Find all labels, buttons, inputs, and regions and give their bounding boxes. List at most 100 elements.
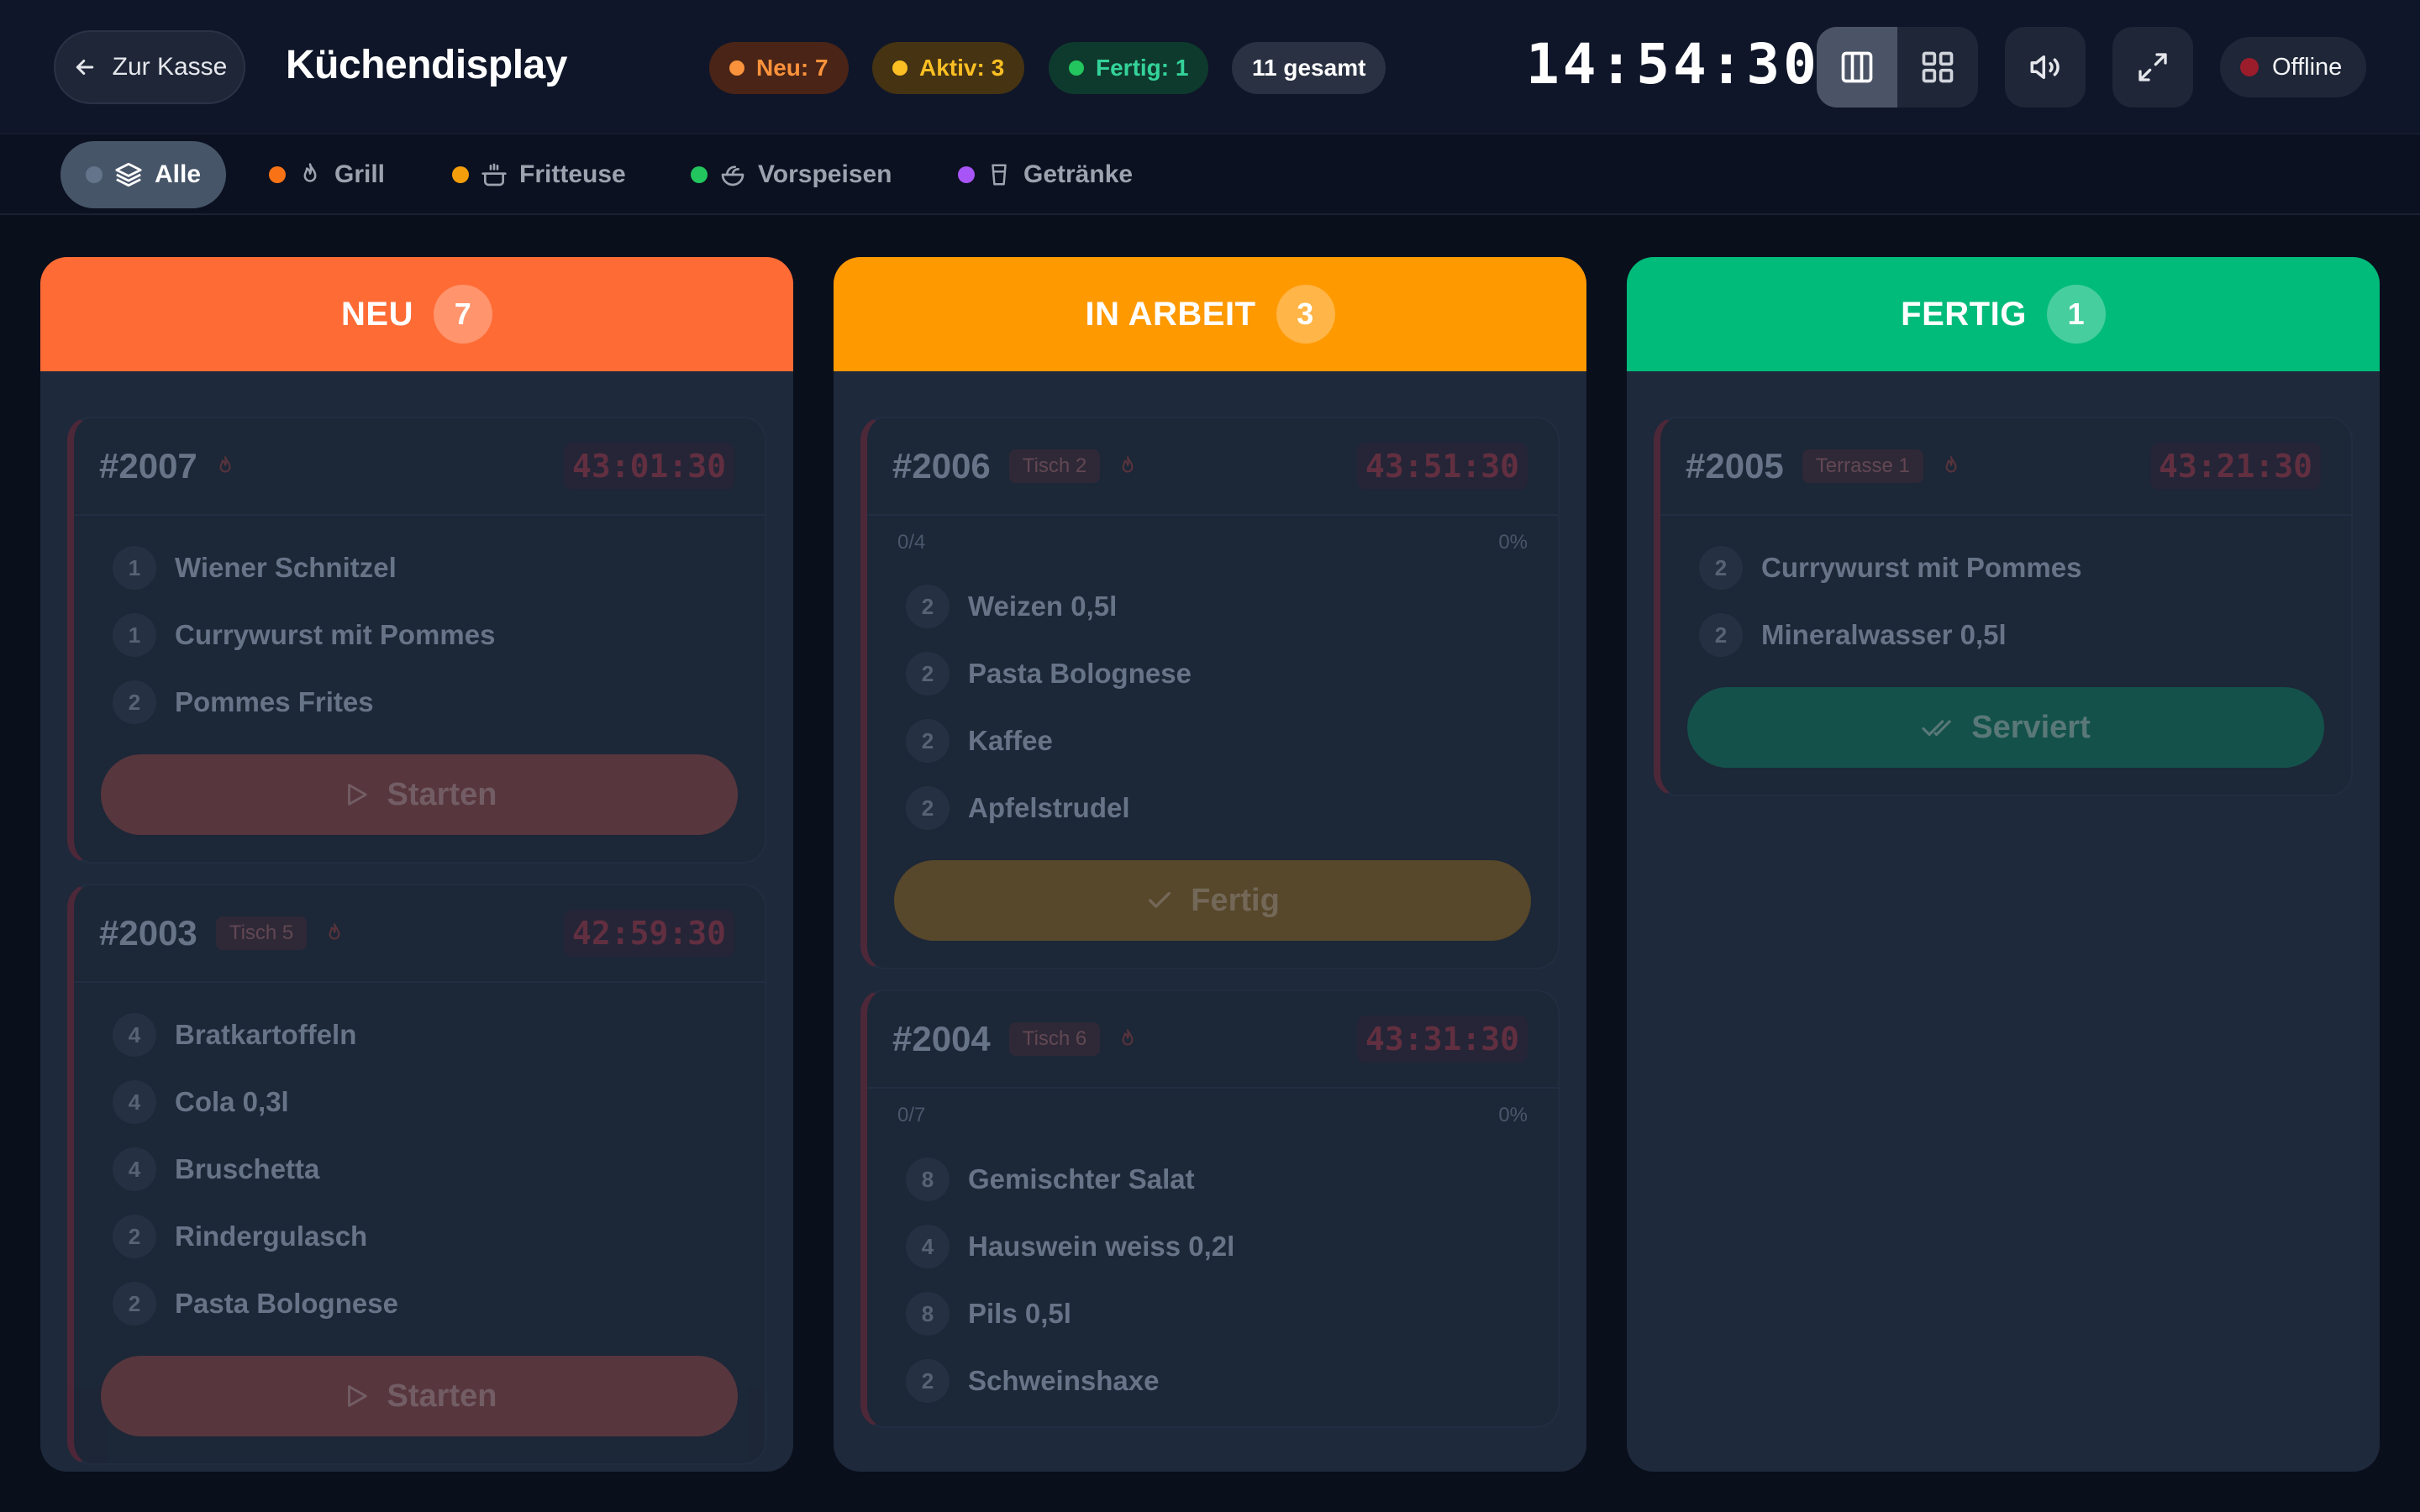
column-count-badge: 1	[2046, 285, 2106, 344]
stat-total-badge: 11 gesamt	[1232, 42, 1386, 94]
list-item[interactable]: 8 Gemischter Salat	[892, 1146, 1533, 1213]
order-number: #2004	[892, 1019, 991, 1058]
top-bar: Zur Kasse Küchendisplay Neu: 7 Aktiv: 3 …	[0, 0, 2420, 134]
list-item[interactable]: 2 Weizen 0,5l	[892, 573, 1533, 640]
page-title: Küchendisplay	[286, 43, 567, 87]
order-number: #2007	[99, 446, 197, 486]
list-item[interactable]: 2 Currywurst mit Pommes	[1686, 534, 2326, 601]
order-items: 2 Currywurst mit Pommes 2 Mineralwasser 0,…	[1660, 516, 2351, 680]
back-button-label: Zur Kasse	[112, 53, 228, 81]
column-header: NEU 7	[40, 257, 793, 371]
progress-percent: 0%	[1498, 531, 1528, 554]
item-quantity: 8	[906, 1292, 950, 1336]
finish-order-button[interactable]: Fertig	[894, 860, 1531, 941]
stat-done-badge: Fertig: 1	[1049, 42, 1209, 94]
order-timer: 43:01:30	[563, 443, 734, 490]
order-card[interactable]: #2006 Tisch 2 43:51:30 0/4 0% 2 Weizen 0,…	[860, 417, 1560, 969]
column-title: IN ARBEIT	[1085, 295, 1256, 333]
order-items: 1 Wiener Schnitzel 1 Currywurst mit Pommes…	[74, 516, 765, 748]
stat-active-label: Aktiv: 3	[919, 55, 1005, 81]
button-label: Serviert	[1971, 709, 2091, 745]
speaker-icon	[2030, 55, 2060, 79]
filter-grill[interactable]: Grill	[244, 141, 410, 208]
check-icon	[1149, 891, 1171, 908]
back-to-pos-button[interactable]: Zur Kasse	[54, 30, 245, 104]
item-quantity: 4	[906, 1225, 950, 1268]
served-button[interactable]: Serviert	[1687, 687, 2324, 768]
item-name: Weizen 0,5l	[968, 591, 1118, 622]
stat-new-label: Neu: 7	[756, 55, 829, 81]
progress-percent: 0%	[1498, 1104, 1528, 1126]
filter-drinks[interactable]: Getränke	[933, 141, 1158, 208]
list-item[interactable]: 1 Currywurst mit Pommes	[99, 601, 739, 669]
item-name: Schweinshaxe	[968, 1365, 1160, 1396]
fryer-icon	[481, 163, 507, 186]
stat-new-badge: Neu: 7	[709, 42, 849, 94]
button-label: Fertig	[1191, 882, 1280, 918]
order-card-header: #2005 Terrasse 1 43:21:30	[1660, 418, 2351, 516]
order-items: 4 Bratkartoffeln 4 Cola 0,3l 4 Bruschetta 2…	[74, 983, 765, 1349]
filter-color-dot	[452, 166, 469, 183]
filter-color-dot	[691, 166, 708, 183]
list-item[interactable]: 2 Kaffee	[892, 707, 1533, 774]
grid-view-button[interactable]	[1897, 27, 1978, 108]
fullscreen-button[interactable]	[2112, 27, 2193, 108]
list-item[interactable]: 2 Schweinshaxe	[892, 1347, 1533, 1415]
list-item[interactable]: 2 Pommes Frites	[99, 669, 739, 736]
filter-label: Vorspeisen	[758, 160, 892, 188]
item-quantity: 2	[906, 652, 950, 696]
list-item[interactable]: 1 Wiener Schnitzel	[99, 534, 739, 601]
flame-icon	[324, 921, 345, 946]
order-card[interactable]: #2003 Tisch 5 42:59:30 4 Bratkartoffeln 4…	[67, 884, 766, 1465]
item-name: Gemischter Salat	[968, 1163, 1195, 1194]
columns-view-button[interactable]	[1817, 27, 1897, 108]
start-order-button[interactable]: Starten	[101, 754, 738, 835]
progress-count: 0/4	[897, 531, 926, 554]
column-title: FERTIG	[1901, 295, 2027, 333]
list-item[interactable]: 4 Cola 0,3l	[99, 1068, 739, 1136]
start-order-button[interactable]: Starten	[101, 1356, 738, 1436]
view-mode-toggle	[1817, 27, 1978, 108]
column-count-badge: 7	[433, 285, 492, 344]
stat-done-label: Fertig: 1	[1096, 55, 1189, 81]
filter-all[interactable]: Alle	[60, 141, 227, 208]
list-item[interactable]: 2 Mineralwasser 0,5l	[1686, 601, 2326, 669]
column-new: NEU 7 #2007 43:01:30 1 Wiener Schnitzel 1…	[40, 257, 793, 1472]
order-progress: 0/7 0%	[867, 1089, 1558, 1127]
sound-toggle-button[interactable]	[2005, 27, 2086, 108]
item-name: Bruschetta	[175, 1153, 320, 1184]
item-name: Pommes Frites	[175, 686, 374, 717]
item-quantity: 2	[1699, 546, 1743, 590]
status-dot	[892, 60, 908, 76]
order-card[interactable]: #2004 Tisch 6 43:31:30 0/7 0% 8 Gemischte…	[860, 990, 1560, 1428]
double-check-icon	[1922, 720, 1951, 737]
list-item[interactable]: 4 Bratkartoffeln	[99, 1001, 739, 1068]
filter-starters[interactable]: Vorspeisen	[666, 141, 918, 208]
item-quantity: 1	[113, 613, 156, 657]
list-item[interactable]: 4 Hauswein weiss 0,2l	[892, 1213, 1533, 1280]
list-item[interactable]: 4 Bruschetta	[99, 1136, 739, 1203]
list-item[interactable]: 8 Pils 0,5l	[892, 1280, 1533, 1347]
item-quantity: 8	[906, 1158, 950, 1201]
cup-icon	[992, 164, 1007, 186]
item-name: Mineralwasser 0,5l	[1761, 619, 2007, 650]
item-name: Apfelstrudel	[968, 792, 1130, 823]
list-item[interactable]: 2 Pasta Bolognese	[99, 1270, 739, 1337]
connection-status-badge: Offline	[2220, 37, 2366, 97]
list-item[interactable]: 2 Apfelstrudel	[892, 774, 1533, 842]
list-item[interactable]: 2 Rindergulasch	[99, 1203, 739, 1270]
table-badge: Tisch 5	[215, 916, 308, 950]
order-card[interactable]: #2007 43:01:30 1 Wiener Schnitzel 1 Curryw…	[67, 417, 766, 864]
item-name: Wiener Schnitzel	[175, 552, 397, 583]
flame-icon	[303, 163, 317, 182]
filter-fryer[interactable]: Fritteuse	[427, 141, 651, 208]
list-item[interactable]: 2 Pasta Bolognese	[892, 640, 1533, 707]
order-timer: 43:21:30	[2149, 443, 2321, 490]
order-items: 2 Weizen 0,5l 2 Pasta Bolognese 2 Kaffee 2A…	[867, 554, 1558, 853]
columns-icon	[1841, 51, 1873, 83]
order-card[interactable]: #2005 Terrasse 1 43:21:30 2 Currywurst mi…	[1654, 417, 2353, 796]
connection-status-label: Offline	[2272, 53, 2343, 81]
stat-active-badge: Aktiv: 3	[872, 42, 1025, 94]
item-name: Pils 0,5l	[968, 1298, 1071, 1329]
order-card-header: #2003 Tisch 5 42:59:30	[74, 885, 765, 983]
